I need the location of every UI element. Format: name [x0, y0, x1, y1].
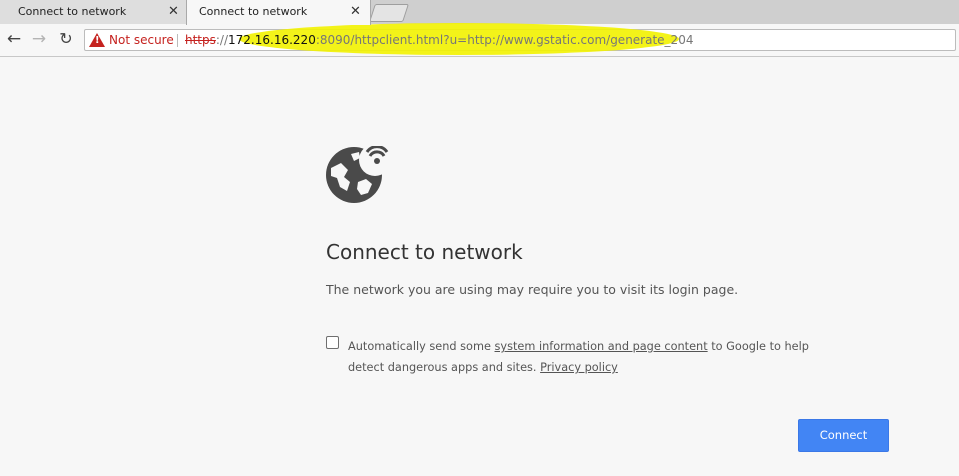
send-info-label: Automatically send some system informati…: [348, 336, 848, 378]
url-text[interactable]: https://172.16.16.220:8090/httpclient.ht…: [185, 30, 693, 50]
tab-connect-to-network-2[interactable]: Connect to network ✕: [186, 0, 371, 25]
privacy-policy-link[interactable]: Privacy policy: [540, 361, 618, 374]
system-info-link[interactable]: system information and page content: [495, 340, 708, 353]
page-subtitle: The network you are using may require yo…: [326, 282, 739, 297]
forward-arrow-icon[interactable]: →: [28, 28, 50, 50]
url-scheme-separator: ://: [215, 33, 229, 47]
url-host: 172.16.16.220: [228, 33, 316, 47]
url-scheme: https: [185, 33, 216, 47]
page-title: Connect to network: [326, 240, 523, 264]
url-path: :8090/httpclient.html?u=http://www.gstat…: [315, 33, 694, 47]
send-info-checkbox[interactable]: [326, 336, 339, 349]
reload-icon[interactable]: ↻: [55, 28, 77, 50]
globe-wifi-icon: [326, 146, 391, 203]
new-tab-button[interactable]: [369, 4, 409, 22]
browser-toolbar: ← → ↻ Not secure https://172.16.16.220:8…: [0, 23, 959, 57]
opt-text: Automatically send some: [348, 340, 495, 353]
omnibox-divider: [177, 34, 178, 47]
tab-close-icon[interactable]: ✕: [350, 0, 361, 24]
tab-title: Connect to network: [199, 5, 308, 18]
connect-button[interactable]: Connect: [798, 419, 889, 452]
tab-connect-to-network-1[interactable]: Connect to network ✕: [0, 0, 190, 24]
tab-close-icon[interactable]: ✕: [168, 0, 179, 24]
tab-title: Connect to network: [18, 5, 127, 18]
warning-triangle-icon[interactable]: [89, 33, 105, 47]
tab-strip: Connect to network ✕ Connect to network …: [0, 0, 959, 25]
back-arrow-icon[interactable]: ←: [3, 28, 25, 50]
security-indicator[interactable]: Not secure: [109, 30, 174, 50]
address-bar[interactable]: Not secure https://172.16.16.220:8090/ht…: [84, 23, 956, 55]
